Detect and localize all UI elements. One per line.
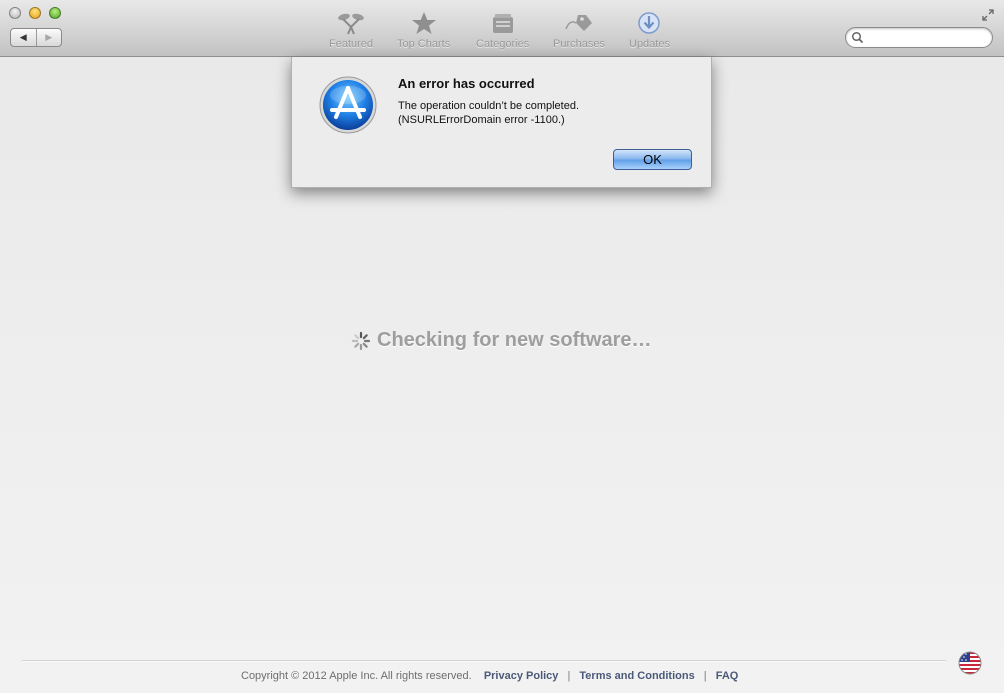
forward-button[interactable]: ▶ [37,29,62,46]
faq-link[interactable]: FAQ [716,670,739,682]
toolbar-item-updates[interactable]: Updates [629,10,670,54]
featured-icon [336,10,366,36]
zoom-window-button[interactable] [49,7,61,19]
toolbar-label: Updates [629,38,670,50]
toolbar-item-purchases[interactable]: Purchases [553,10,605,54]
search-icon [851,31,864,44]
alert-message: The operation couldn’t be completed. (NS… [398,99,579,127]
footer: Copyright © 2012 Apple Inc. All rights r… [241,670,738,682]
toolbar-label: Top Charts [397,38,451,50]
minimize-window-button[interactable] [29,7,41,19]
toolbar-item-top-charts[interactable]: Top Charts [397,10,450,54]
back-button[interactable]: ◀ [11,29,37,46]
toolbar-label: Categories [476,38,530,50]
privacy-policy-link[interactable]: Privacy Policy [484,670,559,682]
alert-message-line: The operation couldn’t be completed. [398,100,580,112]
download-arrow-icon [634,10,664,36]
categories-icon [488,10,518,36]
app-store-window: ◀ ▶ Featured Top Charts Categories Purch… [0,0,1004,693]
error-alert-sheet: An error has occurred The operation coul… [291,57,712,188]
alert-message-line: (NSURLErrorDomain error -1100.) [398,114,565,126]
spinner-icon [351,331,371,350]
toolbar-label: Purchases [553,38,605,50]
loading-text: Checking for new software… [377,329,652,351]
search-input[interactable] [866,30,988,47]
app-store-icon [318,75,378,135]
price-tag-icon [564,10,594,36]
ok-button[interactable]: OK [613,149,692,170]
footer-separator: | [703,670,707,682]
alert-title: An error has occurred [398,76,535,91]
close-window-button[interactable] [9,7,21,19]
us-flag-icon[interactable] [958,651,982,675]
back-forward-control: ◀ ▶ [10,28,62,47]
toolbar-label: Featured [329,38,374,50]
terms-and-conditions-link[interactable]: Terms and Conditions [579,670,694,682]
search-field[interactable] [845,27,993,48]
fullscreen-icon[interactable] [982,8,994,21]
footer-separator: | [567,670,571,682]
copyright-text: Copyright © 2012 Apple Inc. All rights r… [241,670,472,682]
star-icon [409,10,439,36]
toolbar-item-categories[interactable]: Categories [476,10,529,54]
footer-divider [22,660,946,662]
toolbar-item-featured[interactable]: Featured [329,10,373,54]
toolbar: ◀ ▶ Featured Top Charts Categories Purch… [0,0,1004,57]
loading-indicator: Checking for new software… [351,329,652,352]
back-arrow-icon: ◀ [19,32,27,42]
forward-arrow-icon: ▶ [45,32,53,42]
